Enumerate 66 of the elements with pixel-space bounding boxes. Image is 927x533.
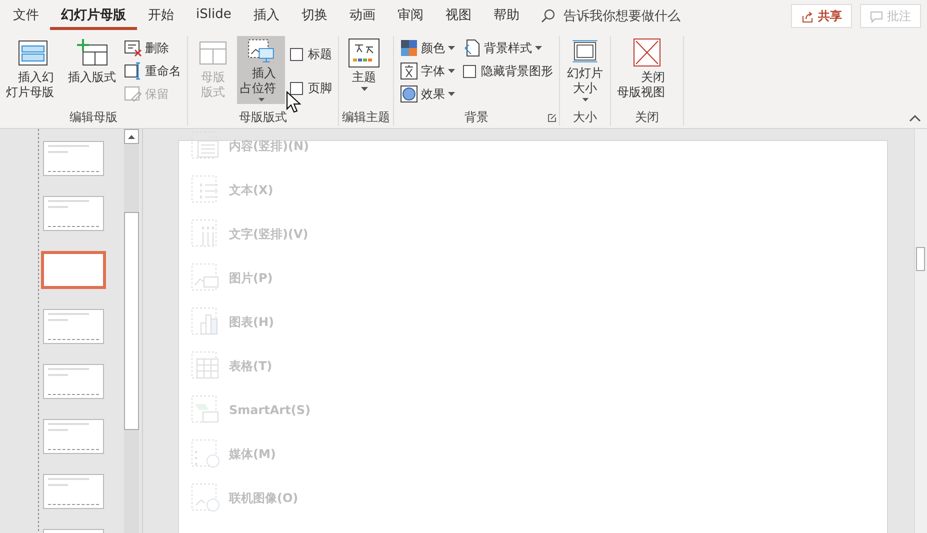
share-button[interactable]: 共享 — [791, 4, 852, 28]
media-icon — [191, 439, 221, 469]
slide-thumbnail[interactable] — [43, 364, 104, 399]
ribbon-tab[interactable]: 文件 — [2, 2, 50, 30]
mouse-pointer-icon — [286, 91, 302, 113]
ribbon-tab[interactable]: 开始 — [137, 2, 185, 30]
ribbon-tab[interactable]: 动画 — [338, 2, 386, 30]
ribbon-button[interactable]: 字体 — [397, 60, 458, 82]
search-icon — [540, 8, 556, 24]
circle-icon — [400, 85, 418, 103]
pin-icon — [124, 85, 142, 103]
group-label: 编辑母版 — [70, 108, 118, 126]
delete-icon — [124, 39, 142, 57]
table-icon — [191, 351, 221, 381]
add-layout-icon — [75, 38, 109, 68]
rename-icon — [124, 62, 142, 80]
ribbon-tab[interactable]: 帮助 — [482, 2, 530, 30]
ribbon-tab[interactable]: 切换 — [290, 2, 338, 30]
smartart-icon — [191, 395, 221, 425]
group-label: 母版版式 — [239, 108, 287, 126]
globe-picture-icon — [191, 483, 221, 513]
speech-bubble-icon — [870, 10, 883, 22]
group-label: 编辑主题 — [342, 108, 390, 126]
ribbon-tab[interactable]: 插入 — [242, 2, 290, 30]
ribbon-button[interactable]: 效果 — [397, 83, 458, 105]
search-field[interactable]: 告诉我你想要做什么 — [540, 8, 716, 24]
slide-master-icon — [16, 38, 50, 68]
page-fill-icon — [463, 39, 481, 57]
slide-thumbnail[interactable] — [43, 309, 104, 344]
dialog-launcher-icon[interactable] — [548, 114, 556, 122]
scrollbar-thumb[interactable] — [124, 212, 139, 430]
scroll-up-button[interactable] — [124, 129, 139, 144]
ribbon-checkbox[interactable]: 隐藏背景图形 — [460, 60, 556, 83]
group-label: 大小 — [573, 108, 597, 126]
ribbon-button[interactable]: 幻灯片大小 — [563, 36, 607, 104]
slide-thumbnail[interactable] — [41, 251, 106, 289]
slide-thumbnail[interactable] — [43, 474, 104, 509]
ribbon-checkbox[interactable]: 标题 — [287, 43, 335, 66]
slide-thumbnail[interactable] — [43, 141, 104, 176]
ribbon-button[interactable]: 删除 — [121, 37, 184, 59]
bulleted-text-icon — [191, 175, 221, 205]
ribbon-button[interactable]: 关闭母版视图 — [614, 36, 680, 104]
slide-thumbnail[interactable] — [43, 196, 104, 231]
ribbon-button[interactable]: 背景样式 — [460, 37, 556, 59]
ribbon-button[interactable]: 插入版式 — [65, 36, 119, 104]
ribbon-button[interactable]: 插入幻灯片母版 — [3, 36, 63, 104]
group-label: 背景 — [464, 108, 488, 126]
theme-icon — [347, 38, 381, 68]
ribbon-button[interactable]: 重命名 — [121, 60, 184, 82]
color-palette-icon — [400, 39, 418, 57]
ribbon-tab[interactable]: 幻灯片母版 — [50, 2, 137, 30]
caret-up-icon — [128, 134, 135, 138]
ribbon-tab[interactable]: 视图 — [434, 2, 482, 30]
picture-icon — [191, 263, 221, 293]
ribbon-tab[interactable]: 审阅 — [386, 2, 434, 30]
share-icon — [801, 10, 814, 22]
slide-thumbnail[interactable] — [43, 419, 104, 454]
ribbon-button[interactable]: 插入占位符 — [237, 36, 285, 104]
ribbon-button[interactable]: 颜色 — [397, 37, 458, 59]
ribbon-checkbox[interactable]: 页脚 — [287, 77, 335, 100]
scrollbar-thumb[interactable] — [916, 247, 925, 271]
ribbon-button[interactable]: 主题 — [342, 36, 386, 104]
ribbon-tab[interactable]: iSlide — [185, 2, 242, 30]
collapse-ribbon-icon[interactable] — [909, 114, 921, 122]
group-label: 关闭 — [635, 108, 659, 126]
font-icon — [400, 62, 418, 80]
